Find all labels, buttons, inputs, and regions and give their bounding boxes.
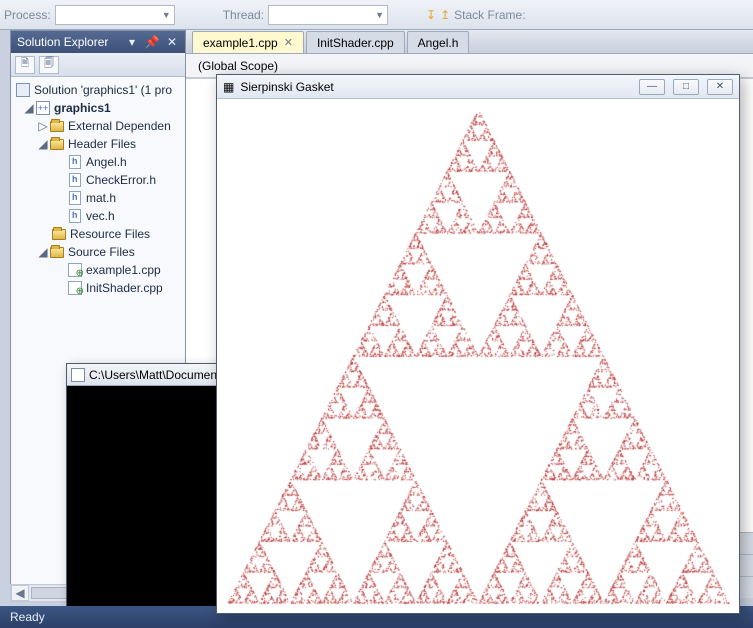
- toolbar-btn-2[interactable]: 🗐: [39, 56, 59, 74]
- sierpinski-titlebar[interactable]: ▦ Sierpinski Gasket — □ ✕: [217, 75, 739, 99]
- header-file-row[interactable]: mat.h: [11, 189, 185, 207]
- status-text: Ready: [10, 610, 45, 624]
- solution-explorer-titlebar[interactable]: Solution Explorer ▾ 📌 ✕: [11, 31, 185, 53]
- file-label: InitShader.cpp: [86, 281, 163, 295]
- file-label: vec.h: [86, 209, 115, 223]
- h-file-icon: [69, 191, 81, 205]
- debug-toolbar: Process: ▼ Thread: ▼ ↧ ↥ Stack Frame:: [0, 0, 753, 30]
- sierpinski-canvas: [217, 99, 739, 613]
- header-file-row[interactable]: Angel.h: [11, 153, 185, 171]
- stackframe-label: Stack Frame:: [454, 8, 525, 22]
- document-tabs: example1.cpp ✕ InitShader.cpp Angel.h: [186, 30, 753, 54]
- header-file-row[interactable]: vec.h: [11, 207, 185, 225]
- tab-label: example1.cpp: [203, 36, 278, 50]
- stack-nav-icon-2[interactable]: ↥: [440, 8, 450, 22]
- file-label: Angel.h: [86, 155, 127, 169]
- folder-icon: [52, 229, 66, 240]
- solution-explorer-toolbar: 🗎 🗐: [11, 53, 185, 77]
- maximize-button[interactable]: □: [673, 79, 699, 95]
- chevron-down-icon: ▼: [375, 10, 384, 20]
- resource-files-label: Resource Files: [70, 227, 150, 241]
- close-icon[interactable]: ✕: [165, 35, 179, 49]
- solution-label: Solution 'graphics1' (1 pro: [34, 83, 172, 97]
- sierpinski-window[interactable]: ▦ Sierpinski Gasket — □ ✕: [216, 74, 740, 614]
- source-files-row[interactable]: ◢ Source Files: [11, 243, 185, 261]
- tab-initshader[interactable]: InitShader.cpp: [306, 31, 405, 53]
- window-title: Sierpinski Gasket: [240, 80, 631, 94]
- console-body[interactable]: [67, 386, 225, 610]
- process-label: Process:: [4, 8, 51, 22]
- tab-label: Angel.h: [418, 36, 459, 50]
- dropdown-icon[interactable]: ▾: [125, 35, 139, 49]
- file-label: CheckError.h: [86, 173, 156, 187]
- close-button[interactable]: ✕: [707, 79, 733, 95]
- close-icon[interactable]: ✕: [284, 36, 293, 49]
- folder-icon: [50, 139, 64, 150]
- app-icon: ▦: [223, 80, 234, 94]
- process-dropdown[interactable]: ▼: [55, 5, 175, 25]
- source-file-row[interactable]: InitShader.cpp: [11, 279, 185, 297]
- project-label: graphics1: [54, 101, 111, 115]
- thread-label: Thread:: [223, 8, 264, 22]
- folder-icon: [50, 247, 64, 258]
- tab-angel[interactable]: Angel.h: [407, 31, 470, 53]
- collapse-icon[interactable]: ◢: [23, 101, 35, 115]
- folder-icon: [50, 121, 64, 132]
- pin-icon[interactable]: 📌: [145, 35, 159, 49]
- tab-label: InitShader.cpp: [317, 36, 394, 50]
- chevron-down-icon: ▼: [162, 10, 171, 20]
- toolbar-btn-1[interactable]: 🗎: [15, 56, 35, 74]
- cpp-file-icon: [68, 263, 82, 277]
- cpp-file-icon: [68, 281, 82, 295]
- scroll-left-icon[interactable]: ◀: [11, 585, 29, 601]
- h-file-icon: [69, 209, 81, 223]
- external-deps-label: External Dependen: [68, 119, 171, 133]
- source-file-row[interactable]: example1.cpp: [11, 261, 185, 279]
- project-icon: ++: [36, 101, 50, 115]
- file-label: example1.cpp: [86, 263, 161, 277]
- minimize-button[interactable]: —: [639, 79, 665, 95]
- resource-files-row[interactable]: Resource Files: [11, 225, 185, 243]
- panel-title: Solution Explorer: [17, 35, 108, 49]
- h-file-icon: [69, 173, 81, 187]
- console-window[interactable]: C:\Users\Matt\Documen: [66, 363, 226, 611]
- source-files-label: Source Files: [68, 245, 135, 259]
- header-file-row[interactable]: CheckError.h: [11, 171, 185, 189]
- thread-dropdown[interactable]: ▼: [268, 5, 388, 25]
- h-file-icon: [69, 155, 81, 169]
- solution-row[interactable]: Solution 'graphics1' (1 pro: [11, 81, 185, 99]
- collapse-icon[interactable]: ◢: [37, 245, 49, 259]
- project-row[interactable]: ◢ ++ graphics1: [11, 99, 185, 117]
- solution-icon: [16, 83, 30, 97]
- console-titlebar[interactable]: C:\Users\Matt\Documen: [67, 364, 225, 386]
- expand-icon[interactable]: ▷: [37, 119, 49, 133]
- sierpinski-canvas-wrap: [217, 99, 739, 613]
- console-title: C:\Users\Matt\Documen: [89, 368, 217, 382]
- stack-nav-icon[interactable]: ↧: [426, 8, 436, 22]
- external-deps-row[interactable]: ▷ External Dependen: [11, 117, 185, 135]
- collapse-icon[interactable]: ◢: [37, 137, 49, 151]
- scope-label: (Global Scope): [198, 59, 278, 73]
- console-app-icon: [71, 368, 85, 382]
- file-label: mat.h: [86, 191, 116, 205]
- header-files-row[interactable]: ◢ Header Files: [11, 135, 185, 153]
- header-files-label: Header Files: [68, 137, 136, 151]
- tab-example1[interactable]: example1.cpp ✕: [192, 31, 304, 53]
